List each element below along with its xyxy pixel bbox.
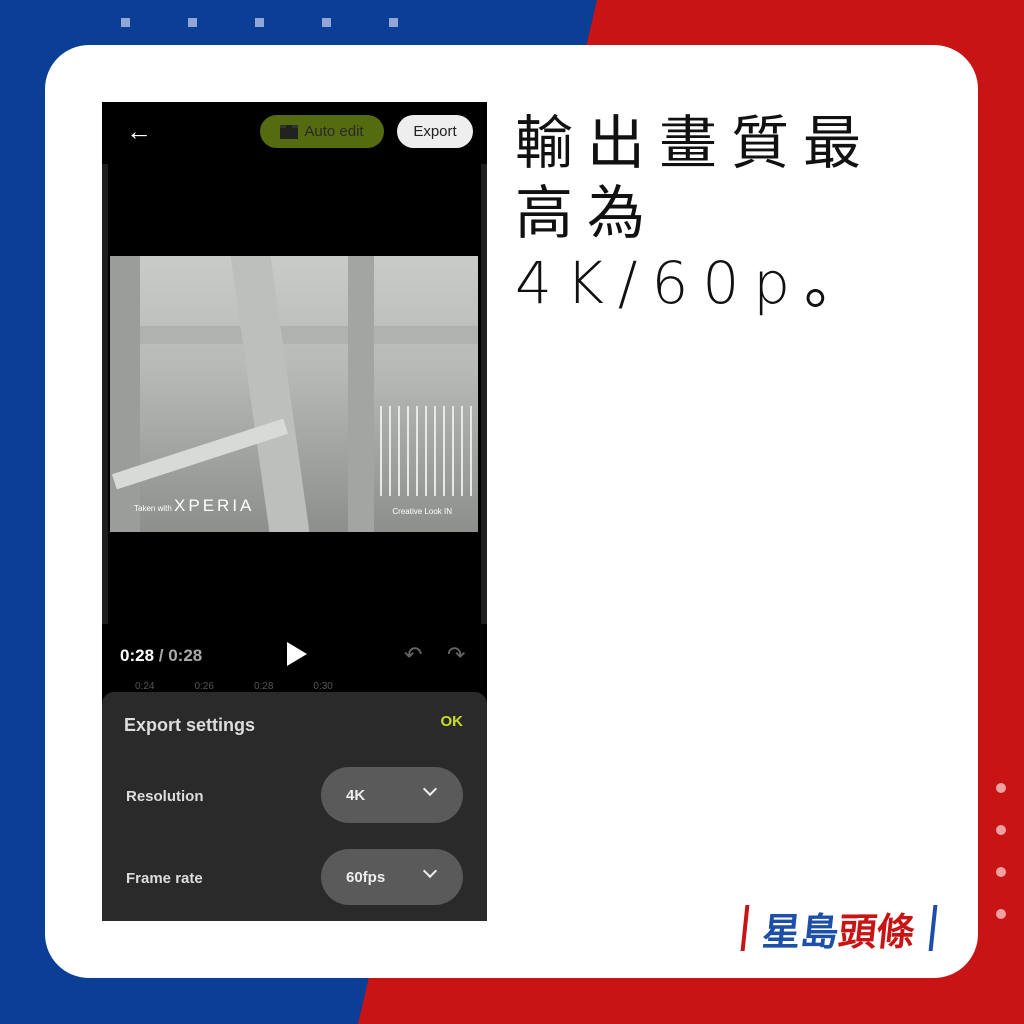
play-icon[interactable]	[287, 642, 307, 666]
sheet-title: Export settings	[124, 715, 256, 735]
trim-handle-left[interactable]	[102, 164, 108, 624]
resolution-value: 4K	[346, 786, 366, 804]
export-button[interactable]: Export	[397, 115, 473, 148]
frame-rate-label: Frame rate	[126, 870, 203, 887]
timeline-tick: 0:26	[194, 681, 214, 692]
resolution-label: Resolution	[126, 788, 204, 805]
frame-rate-value: 60fps	[346, 868, 386, 886]
decor-dots-right	[996, 783, 1006, 919]
clapperboard-icon	[280, 124, 299, 139]
timeline-ticks: 0:24 0:26 0:28 0:30	[135, 681, 333, 692]
undo-icon[interactable]: ↶	[404, 642, 422, 668]
video-preview: Taken with XPERIA Creative Look IN	[110, 256, 478, 532]
frame-rate-select[interactable]: 60fps	[321, 849, 463, 905]
arrow-left-icon[interactable]: ←	[126, 116, 152, 147]
decor-dots-top	[121, 18, 398, 27]
watermark-left: Taken with XPERIA	[134, 496, 255, 515]
chevron-down-icon	[422, 781, 438, 797]
chevron-down-icon	[422, 863, 438, 879]
auto-edit-button[interactable]: Auto edit	[260, 115, 384, 148]
brand-logo: 星島 頭條	[740, 905, 938, 954]
watermark-right: Creative Look IN	[392, 507, 452, 516]
trim-handle-right[interactable]	[481, 164, 487, 624]
redo-icon[interactable]: ↷	[447, 642, 465, 668]
playback-controls: 0:28 / 0:28 ↶ ↷ 0:24 0:26 0:28 0:30	[102, 624, 487, 694]
auto-edit-label: Auto edit	[304, 123, 364, 140]
export-settings-sheet: Export settings OK Resolution 4K Frame r…	[102, 692, 487, 921]
ok-button[interactable]: OK	[441, 713, 464, 730]
resolution-select[interactable]: 4K	[321, 767, 463, 823]
phone-screenshot: ← Auto edit Export Taken with XPERIA Cre…	[102, 102, 487, 921]
headline: 輸出畫質最高為4K/60p。	[515, 109, 877, 317]
timeline-tick: 0:28	[253, 681, 274, 692]
timeline-tick: 0:30	[313, 681, 333, 692]
timeline-tick: 0:24	[135, 681, 155, 692]
time-display: 0:28 / 0:28	[120, 646, 203, 665]
